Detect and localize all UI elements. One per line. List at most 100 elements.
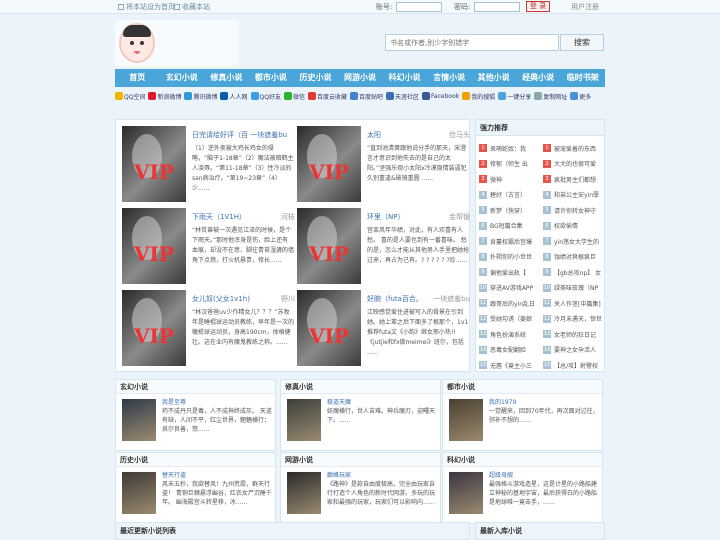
ranking-title[interactable]: 要神之女孕活人 xyxy=(554,345,604,354)
ranking-title[interactable]: 修郁（师生 出 xyxy=(490,159,540,168)
ranking-item[interactable]: 7 yin荡女大学生的 xyxy=(543,233,604,249)
ranking-title[interactable]: 大大的也很可爱 xyxy=(554,159,604,168)
ranking-item[interactable]: 4 和弟公主安yin孽 xyxy=(543,187,604,203)
section-heading[interactable]: 修真小说 xyxy=(281,380,440,394)
section-heading[interactable]: 都市小说 xyxy=(443,380,602,394)
book-cover[interactable]: VIP xyxy=(122,290,186,366)
vip-book-card[interactable]: VIP 下雨天（1V1H） 河枝 “林贫兽被一次遇见江泽的时候，是个下雨天。”那时他浑… xyxy=(119,206,295,288)
login-button[interactable]: 登 录 xyxy=(526,1,550,12)
password-input[interactable] xyxy=(474,2,520,12)
share-item[interactable]: 我的搜狐 xyxy=(462,92,495,101)
book-title-link[interactable]: 下雨天（1V1H） xyxy=(192,212,246,222)
ranking-item[interactable]: 3 疯批男主们都想 xyxy=(543,171,604,187)
ranking-title[interactable]: 穿进AV游戏APP xyxy=(490,283,540,292)
book-cover[interactable] xyxy=(287,472,321,514)
book-cover[interactable]: VIP xyxy=(297,290,361,366)
share-item[interactable]: Facebook xyxy=(422,92,459,100)
nav-item-8[interactable]: 其他小说 xyxy=(471,69,516,87)
ranking-title[interactable]: 碧好（古言） xyxy=(490,190,540,199)
ranking-item[interactable]: 6 BG短篇合集 xyxy=(479,218,540,234)
nav-item-6[interactable]: 科幻小说 xyxy=(382,69,427,87)
ranking-title[interactable]: 绿茶味玫瑰（NP xyxy=(554,283,604,292)
share-item[interactable]: 人人网 xyxy=(220,92,248,101)
ranking-item[interactable]: 10 穿进AV游戏APP xyxy=(479,280,540,296)
ranking-title[interactable]: 受她勾诱（姜娘 xyxy=(490,314,540,323)
ranking-title[interactable]: BG短篇合集 xyxy=(490,221,540,230)
ranking-item[interactable]: 9 偏他爱出轨【 xyxy=(479,264,540,280)
ranking-item[interactable]: 12 冷月未遇天，惊世 xyxy=(543,311,604,327)
share-item[interactable]: 新浪微博 xyxy=(148,92,181,101)
book-title-link[interactable]: 超级母舰 xyxy=(489,470,513,479)
ranking-title[interactable]: yin荡女大学生的 xyxy=(554,237,604,246)
ranking-title[interactable]: 请许你转女神守 xyxy=(554,206,604,215)
ranking-title[interactable]: 扑朔你的小世世 xyxy=(490,252,540,261)
ranking-item[interactable]: 13 女老师的狂日记 xyxy=(543,326,604,342)
site-logo[interactable] xyxy=(115,20,239,66)
ranking-title[interactable]: 呆萌蛇奴：我 xyxy=(490,144,540,153)
share-item[interactable]: 一键分享 xyxy=(498,92,531,101)
share-item[interactable]: 更多 xyxy=(570,92,591,101)
nav-item-4[interactable]: 历史小说 xyxy=(293,69,338,87)
ranking-item[interactable]: 13 角色扮演系统 xyxy=(479,326,540,342)
book-title-link[interactable]: 女儿奴(父女1v1h) xyxy=(192,294,250,304)
ranking-item[interactable]: 2 大大的也很可爱 xyxy=(543,156,604,172)
share-item[interactable]: QQ空间 xyxy=(115,92,145,101)
book-title-link[interactable]: 巅峰玩家 xyxy=(327,470,351,479)
ranking-item[interactable]: 8 扑朔你的小世世 xyxy=(479,249,540,265)
ranking-item[interactable]: 12 受她勾诱（姜娘 xyxy=(479,311,540,327)
share-item[interactable]: 百度贴吧 xyxy=(349,92,383,101)
ranking-title[interactable]: 蚀绩对爽根疯巨 xyxy=(554,252,604,261)
nav-item-1[interactable]: 玄幻小说 xyxy=(160,69,205,87)
ranking-title[interactable]: 新梦（快穿） xyxy=(490,206,540,215)
ranking-title[interactable]: 【gb总攻np】 女 xyxy=(554,268,604,277)
nav-item-2[interactable]: 修真小说 xyxy=(204,69,249,87)
ranking-item[interactable]: 8 蚀绩对爽根疯巨 xyxy=(543,249,604,265)
ranking-item[interactable]: 4 碧好（古言） xyxy=(479,187,540,203)
ranking-item[interactable]: 15 【总/攻】射警校 xyxy=(543,357,604,373)
vip-book-card[interactable]: VIP 女儿奴(父女1v1h) 野川 “林汉爸爸uv少作精女儿？？？”苏牧年是睡棍球运… xyxy=(119,288,295,370)
ranking-item[interactable]: 7 肯蔓权霸后宫爆 xyxy=(479,233,540,249)
share-item[interactable]: 微信 xyxy=(283,92,305,101)
vip-book-card[interactable]: VIP 环里（NP） 金帮银 宫束风年华绩，对此，有人欢喜有人愁。 喜的是人要也到有一… xyxy=(294,206,470,288)
ranking-title[interactable]: 权欲偷情 xyxy=(554,221,604,230)
section-heading[interactable]: 网游小说 xyxy=(281,453,440,467)
ranking-item[interactable]: 11 关人作茎[中篇集] xyxy=(543,295,604,311)
ranking-item[interactable]: 2 修郁（师生 出 xyxy=(479,156,540,172)
ranking-item[interactable]: 1 被宠爱着的东西 xyxy=(543,140,604,156)
nav-item-7[interactable]: 言情小说 xyxy=(427,69,472,87)
book-cover[interactable]: VIP xyxy=(297,208,361,284)
book-cover[interactable] xyxy=(122,472,156,514)
nav-item-5[interactable]: 网游小说 xyxy=(338,69,383,87)
section-heading[interactable]: 科幻小说 xyxy=(443,453,602,467)
vip-book-card[interactable]: VIP 太阳 俭马头 “直到池清菁跟他说分手的那天，宋澄言才意识到他失去的是自己的太阳… xyxy=(294,124,470,206)
ranking-title[interactable]: 跟哥后的yin乱日 xyxy=(490,299,540,308)
book-cover[interactable] xyxy=(449,472,483,514)
ranking-item[interactable]: 14 要神之女孕活人 xyxy=(543,342,604,358)
ranking-title[interactable]: 肯蔓权霸后宫爆 xyxy=(490,237,540,246)
book-cover[interactable] xyxy=(287,399,321,441)
bookmark-link[interactable]: 收藏本站 xyxy=(174,2,210,12)
set-home-link[interactable]: 将本站设为首页 xyxy=(118,2,175,12)
ranking-item[interactable]: 3 微神 xyxy=(479,171,540,187)
ranking-title[interactable]: 女老师的狂日记 xyxy=(554,330,604,339)
share-item[interactable]: 百度云收藏 xyxy=(307,92,347,101)
ranking-title[interactable]: 角色扮演系统 xyxy=(490,330,540,339)
ranking-title[interactable]: 偏他爱出轨【 xyxy=(490,268,540,277)
book-title-link[interactable]: 好腕（futa百合。 xyxy=(367,294,423,304)
book-title-link[interactable]: 我是至尊 xyxy=(162,397,186,406)
book-title-link[interactable]: 替天行盗 xyxy=(162,470,186,479)
book-cover[interactable] xyxy=(122,399,156,441)
section-heading[interactable]: 历史小说 xyxy=(116,453,275,467)
ranking-title[interactable]: 被宠爱着的东西 xyxy=(554,144,604,153)
ranking-title[interactable]: 和弟公主安yin孽 xyxy=(554,190,604,199)
book-title-link[interactable]: 我的1979 xyxy=(489,397,516,406)
book-cover[interactable]: VIP xyxy=(122,208,186,284)
ranking-item[interactable]: 10 绿茶味玫瑰（NP xyxy=(543,280,604,296)
nav-item-9[interactable]: 经典小说 xyxy=(516,69,561,87)
ranking-item[interactable]: 1 呆萌蛇奴：我 xyxy=(479,140,540,156)
share-item[interactable]: 天涯社区 xyxy=(386,92,419,101)
account-input[interactable] xyxy=(396,2,442,12)
share-item[interactable]: 腾讯微博 xyxy=(184,92,217,101)
book-cover[interactable]: VIP xyxy=(297,126,361,202)
ranking-item[interactable]: 5 新梦（快穿） xyxy=(479,202,540,218)
